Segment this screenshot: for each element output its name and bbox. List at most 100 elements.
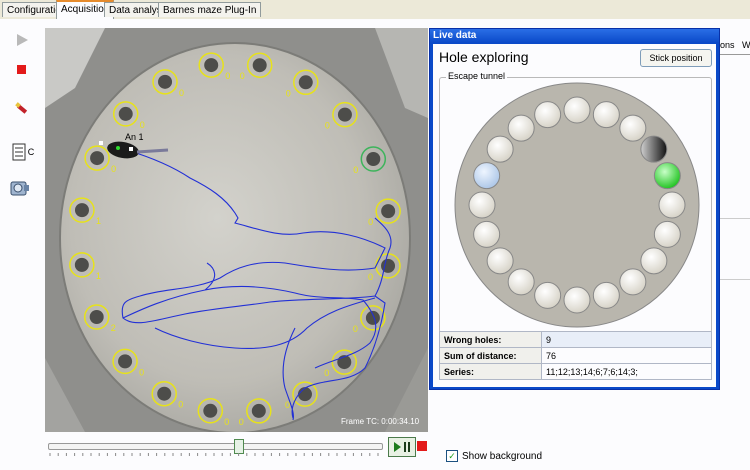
hole-count: 0 — [368, 217, 373, 227]
hole-count: 0 — [225, 71, 230, 81]
barnes-maze-frame: 00000000000002110000 An 1 Frame TC: 0:00… — [45, 28, 428, 432]
subject-label: An 1 — [125, 132, 144, 142]
play-pause-icon — [394, 442, 410, 452]
tab-barnes-maze-plugin[interactable]: Barnes maze Plug-In — [158, 2, 262, 17]
table-button[interactable]: C — [8, 140, 38, 164]
maze-hole — [337, 107, 352, 122]
stats-key: Wrong holes: — [439, 331, 542, 348]
hole-count: 0 — [178, 400, 183, 410]
hole-count: 0 — [139, 367, 144, 377]
live-data-window: Live data Hole exploring Stick position … — [429, 28, 720, 390]
wheel-hole — [473, 220, 501, 248]
show-background-option[interactable]: ✓ Show background — [446, 449, 542, 463]
wheel-hole — [592, 101, 620, 129]
hole-count: 0 — [111, 164, 116, 174]
stats-key: Series: — [439, 363, 542, 380]
hole-count: 0 — [325, 121, 330, 131]
timeline-slider[interactable] — [48, 439, 383, 456]
wheel-hole — [486, 247, 514, 275]
hole-count: 1 — [96, 216, 101, 226]
maze-hole — [252, 58, 267, 73]
wheel-hole — [507, 114, 535, 142]
wheel-hole — [534, 101, 562, 129]
camera-button[interactable] — [8, 176, 32, 200]
hole-count: 0 — [353, 324, 358, 334]
wheel-hole — [563, 286, 591, 314]
stop-button[interactable] — [10, 58, 34, 82]
maze-hole — [297, 387, 312, 402]
wheel-hole — [563, 96, 591, 124]
timeline-track — [48, 443, 383, 450]
table-suffix: C — [27, 147, 35, 157]
hole-count: 0 — [285, 400, 290, 410]
maze-hole — [204, 58, 219, 73]
play-pause-button[interactable] — [388, 437, 416, 457]
wheel-hole — [640, 247, 668, 275]
timeline-ticks — [49, 453, 379, 456]
stop-icon — [17, 65, 26, 74]
hole-count: 0 — [179, 88, 184, 98]
show-background-label: Show background — [462, 450, 543, 462]
maze-hole — [90, 151, 105, 166]
video-view[interactable]: 00000000000002110000 An 1 Frame TC: 0:00… — [45, 28, 428, 432]
wheel-hole — [653, 220, 681, 248]
hole-count: 0 — [353, 165, 358, 175]
live-data-body: Hole exploring Stick position Escape tun… — [433, 44, 716, 387]
hole-count: 0 — [368, 272, 373, 282]
maze-hole — [365, 310, 380, 325]
maze-hole — [118, 106, 133, 121]
hole-count: 2 — [111, 323, 116, 333]
stats-key: Sum of distance: — [439, 347, 542, 364]
maze-hole — [203, 403, 218, 418]
maze-hole — [89, 309, 104, 324]
maze-hole — [251, 403, 266, 418]
tab-fragment-2: W — [742, 40, 750, 50]
maze-hole — [74, 203, 89, 218]
stats-row-series: Series: 11;12;13;14;6;7;6;14;3; — [439, 363, 712, 380]
show-background-checkbox[interactable]: ✓ — [446, 450, 458, 462]
hole-exploring-heading: Hole exploring — [439, 49, 529, 65]
hole-count: 0 — [286, 88, 291, 98]
marker-button[interactable] — [10, 96, 34, 120]
wheel-hole-escape — [653, 162, 681, 190]
live-stats-table: Wrong holes: 9 Sum of distance: 76 Serie… — [439, 331, 712, 380]
maze-hole — [157, 386, 172, 401]
tab-bar: Configuration Acquisition Data analysis … — [0, 0, 750, 20]
wheel-hole — [619, 268, 647, 296]
maze-hole — [298, 75, 313, 90]
hole-count: 0 — [224, 417, 229, 427]
hole-count: 0 — [140, 120, 145, 130]
wheel-hole — [592, 281, 620, 309]
stats-value: 11;12;13;14;6;7;6;14;3; — [541, 363, 712, 380]
tab-fragment-1: ons — [720, 40, 735, 50]
wheel-hole — [507, 268, 535, 296]
escape-tunnel-label: Escape tunnel — [446, 71, 508, 81]
camera-icon — [10, 181, 29, 196]
hole-count: 0 — [240, 71, 245, 81]
wheel-hole — [658, 191, 686, 219]
hole-count: 0 — [239, 417, 244, 427]
frame-timecode: Frame TC: 0:00:34.10 — [341, 417, 420, 426]
wheel-hole — [534, 281, 562, 309]
wheel-hole-current — [640, 135, 668, 163]
maze-hole — [158, 74, 173, 89]
play-button[interactable] — [10, 28, 34, 52]
wheel-hole — [468, 191, 496, 219]
play-icon — [17, 34, 28, 46]
maze-hole — [74, 257, 89, 272]
hole-count: 0 — [324, 368, 329, 378]
playback-stop-button[interactable] — [417, 441, 427, 451]
wheel-hole-visited — [473, 162, 501, 190]
escape-tunnel-group: Escape tunnel — [439, 71, 712, 333]
marker-icon — [15, 102, 28, 114]
stats-value: 9 — [541, 331, 712, 348]
hole-count: 1 — [96, 271, 101, 281]
table-icon — [12, 143, 26, 161]
wheel-hole — [486, 135, 514, 163]
live-data-title: Live data — [430, 29, 719, 43]
stick-position-button[interactable]: Stick position — [640, 49, 712, 67]
stats-row-sum-distance: Sum of distance: 76 — [439, 347, 712, 364]
stats-row-wrong-holes: Wrong holes: 9 — [439, 331, 712, 348]
timeline-thumb[interactable] — [234, 439, 244, 454]
hole-wheel — [454, 82, 700, 328]
